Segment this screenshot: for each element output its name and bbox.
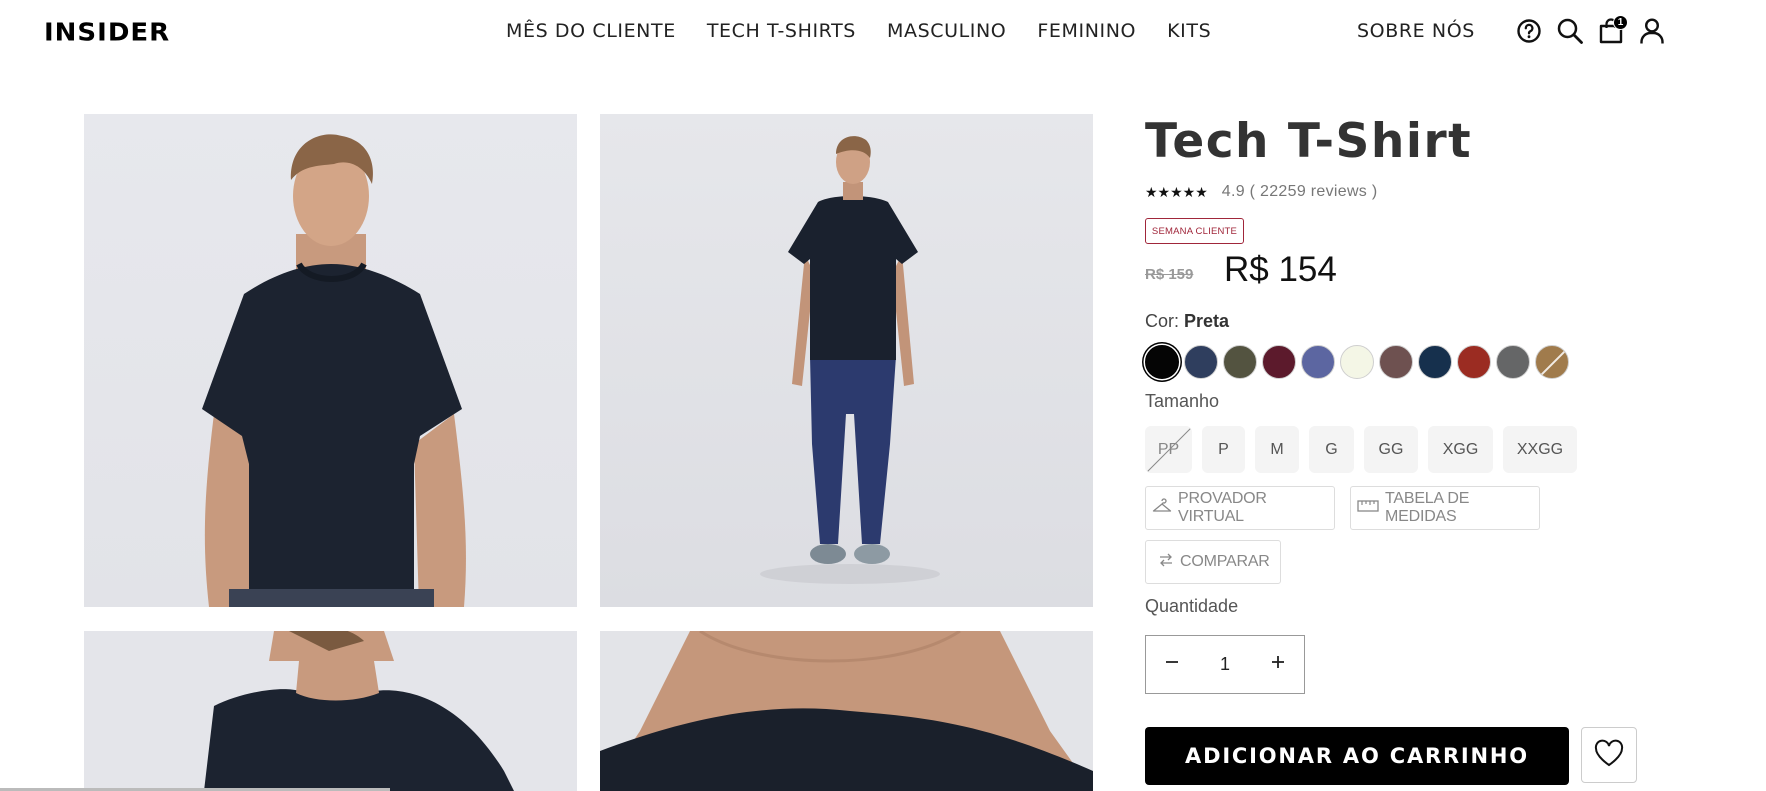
main-nav: MÊS DO CLIENTE TECH T-SHIRTS MASCULINO F…	[506, 20, 1242, 42]
color-swatch[interactable]	[1418, 345, 1452, 379]
nav-item-kits[interactable]: KITS	[1167, 20, 1211, 42]
decrease-quantity-button[interactable]	[1164, 654, 1180, 675]
quantity-label: Quantidade	[1145, 596, 1239, 616]
quantity-value[interactable]: 1	[1220, 654, 1230, 675]
color-label: Cor: Preta	[1145, 311, 1229, 332]
hanger-icon	[1152, 497, 1172, 519]
size-label: Tamanho	[1145, 391, 1220, 411]
nav-item-feminino[interactable]: FEMININO	[1037, 20, 1136, 42]
wishlist-button[interactable]	[1581, 727, 1637, 783]
site-header: INSIDER MÊS DO CLIENTE TECH T-SHIRTS MAS…	[0, 0, 1766, 64]
nav-item-sobre-nos[interactable]: SOBRE NÓS	[1357, 20, 1475, 42]
ruler-icon	[1357, 499, 1379, 517]
increase-quantity-button[interactable]	[1270, 654, 1286, 675]
add-to-cart-button[interactable]: ADICIONAR AO CARRINHO	[1145, 727, 1569, 785]
compare-button[interactable]: COMPARAR	[1145, 540, 1281, 584]
rating-stars: ★★★★★	[1145, 183, 1208, 200]
nav-item-tech-t-shirts[interactable]: TECH T-SHIRTS	[707, 20, 856, 42]
search-icon[interactable]	[1555, 16, 1585, 46]
size-option-p[interactable]: P	[1202, 426, 1245, 473]
size-option-xgg[interactable]: XGG	[1428, 426, 1493, 473]
logo[interactable]: INSIDER	[44, 19, 170, 48]
color-swatch[interactable]	[1262, 345, 1296, 379]
color-swatch[interactable]	[1457, 345, 1491, 379]
product-rating[interactable]: ★★★★★ 4.9 ( 22259 reviews )	[1145, 183, 1377, 201]
color-label-text: Cor:	[1145, 311, 1180, 331]
compare-label: COMPARAR	[1180, 553, 1270, 570]
size-option-pp[interactable]: PP	[1145, 426, 1192, 473]
size-chart-button[interactable]: TABELA DE MEDIDAS	[1350, 486, 1540, 530]
product-photo-full-body[interactable]	[600, 114, 1093, 607]
color-swatch[interactable]	[1379, 345, 1413, 379]
heart-icon	[1593, 739, 1625, 772]
color-swatch[interactable]	[1301, 345, 1335, 379]
cart-count-badge: 1	[1613, 15, 1628, 30]
size-options: PP P M G GG XGG XXGG	[1145, 426, 1577, 473]
product-photo-front[interactable]	[84, 114, 577, 607]
nav-item-masculino[interactable]: MASCULINO	[887, 20, 1006, 42]
user-icon[interactable]	[1637, 16, 1667, 46]
current-price: R$ 154	[1224, 250, 1337, 289]
color-swatch[interactable]	[1340, 345, 1374, 379]
size-option-m[interactable]: M	[1255, 426, 1299, 473]
nav-item-mes-do-cliente[interactable]: MÊS DO CLIENTE	[506, 20, 676, 42]
size-chart-label: TABELA DE MEDIDAS	[1385, 490, 1470, 525]
old-price: R$ 159	[1145, 266, 1194, 283]
compare-arrows-icon	[1158, 552, 1174, 573]
cart-icon[interactable]: 1	[1596, 15, 1628, 46]
size-option-xxgg[interactable]: XXGG	[1503, 426, 1577, 473]
color-swatch[interactable]	[1184, 345, 1218, 379]
minus-icon	[1166, 661, 1178, 663]
rating-text: 4.9 ( 22259 reviews )	[1221, 183, 1378, 200]
color-swatch[interactable]	[1535, 345, 1569, 379]
color-swatches	[1145, 345, 1569, 379]
quantity-stepper: 1	[1145, 635, 1305, 694]
plus-icon	[1271, 656, 1284, 668]
color-swatch[interactable]	[1223, 345, 1257, 379]
selected-color-name: Preta	[1184, 311, 1230, 331]
virtual-fitting-button[interactable]: PROVADOR VIRTUAL	[1145, 486, 1335, 530]
promo-badge: SEMANA CLIENTE	[1145, 218, 1244, 244]
size-option-gg[interactable]: GG	[1364, 426, 1418, 473]
color-swatch[interactable]	[1496, 345, 1530, 379]
product-title: Tech T-Shirt	[1145, 114, 1473, 169]
product-photo-back[interactable]	[84, 631, 577, 791]
size-option-g[interactable]: G	[1309, 426, 1354, 473]
help-icon[interactable]	[1514, 16, 1544, 46]
product-photo-collar-detail[interactable]	[600, 631, 1093, 791]
virtual-fitting-label: PROVADOR VIRTUAL	[1178, 490, 1267, 525]
color-swatch[interactable]	[1145, 345, 1179, 379]
